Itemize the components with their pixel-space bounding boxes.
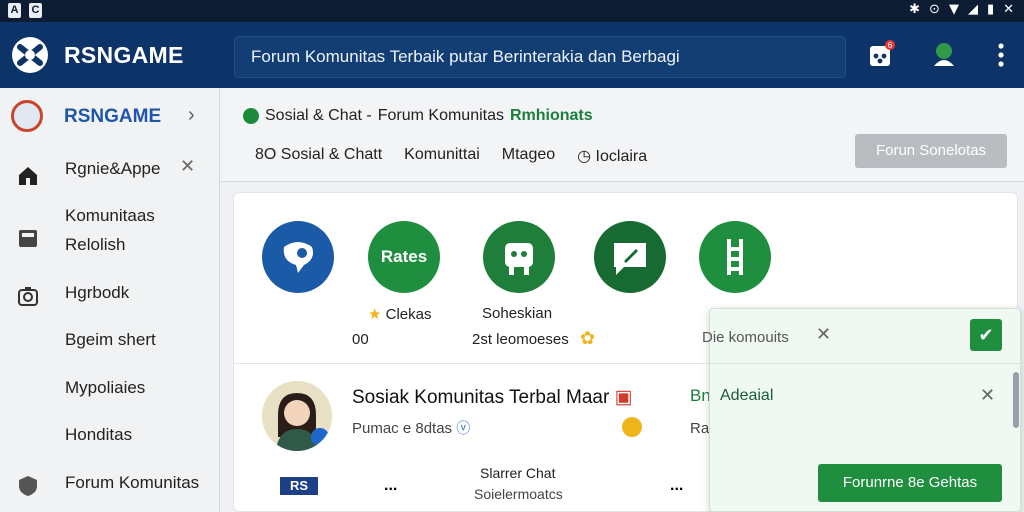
- star-icon: ★: [368, 306, 382, 323]
- sidebar-header-title[interactable]: RSNGAME: [64, 106, 161, 128]
- forum-action-button[interactable]: Forunrne 8e Gehtas: [818, 464, 1002, 502]
- panel-item-2[interactable]: Adeaial: [720, 387, 773, 405]
- app-notification-icon: A: [8, 3, 21, 18]
- category-dot-icon: [243, 108, 259, 124]
- close-icon[interactable]: ✕: [180, 156, 195, 177]
- post-avatar[interactable]: [262, 381, 332, 451]
- post-subtitle-text: Pumac e 8dtas: [352, 420, 453, 437]
- post-subtitle: Pumac e 8dtas ⓥ: [352, 418, 470, 438]
- coin-icon: [622, 417, 642, 437]
- breadcrumb-green[interactable]: Rmhionats: [510, 107, 593, 125]
- breadcrumb-main[interactable]: Forum Komunitas: [378, 107, 504, 125]
- more-dots-icon[interactable]: ...: [670, 477, 683, 495]
- camera-icon: [18, 287, 38, 306]
- verified-icon: ⓥ: [456, 420, 471, 436]
- tab-ioclaira[interactable]: ◷ Ioclaira: [577, 146, 647, 166]
- footer-subtitle: Soielermoatcs: [474, 486, 563, 502]
- category-message-icon[interactable]: [594, 221, 666, 293]
- chevron-right-icon[interactable]: ›: [188, 104, 195, 127]
- status-bar: A C ✱ ⊙ ▼ ◢ ▮ ✕: [0, 0, 1024, 22]
- book-icon: [19, 230, 37, 247]
- bluetooth-icon: ✱: [909, 2, 921, 17]
- tab-ioclaira-label: Ioclaira: [595, 148, 648, 165]
- sidebar-item-label: Rgnie&Appe: [65, 159, 161, 178]
- signal-icon: ◢: [967, 2, 978, 17]
- suggestion-panel: Die komouits ✕ ✔ Adeaial ✕ Forunrne 8e G…: [702, 308, 1022, 512]
- gear-icon: ✿: [580, 328, 596, 348]
- tab-komunitas[interactable]: Komunittai: [404, 146, 480, 166]
- category-label: Soheskian: [482, 305, 553, 322]
- close-icon[interactable]: ✕: [980, 385, 995, 406]
- search-input[interactable]: Forum Komunitas Terbaik putar Berinterak…: [234, 36, 846, 78]
- app-title: RSNGAME: [64, 42, 184, 68]
- category-label: ★ Clekas: [368, 305, 431, 323]
- battery-icon: ▮: [986, 2, 995, 17]
- scrollbar[interactable]: [1013, 372, 1019, 428]
- sync-icon: ⊙: [929, 2, 940, 17]
- profile-icon[interactable]: [930, 40, 958, 73]
- breadcrumb: Sosial & Chat - Forum Komunitas Rmhionat…: [243, 107, 593, 125]
- clock-icon: ◷: [577, 148, 596, 165]
- gift-icon: ▣: [609, 387, 633, 408]
- more-dots-icon[interactable]: ...: [384, 477, 397, 495]
- tab-sosial-chat[interactable]: 8O Sosial & Chatt: [255, 146, 382, 166]
- forum-select-button[interactable]: Forun Sonelotas: [855, 134, 1007, 168]
- logo-badge: RS: [280, 477, 318, 495]
- footer-title: Slarrer Chat: [480, 465, 556, 481]
- sub-header: Sosial & Chat - Forum Komunitas Rmhionat…: [221, 88, 1024, 182]
- panel-item-1[interactable]: Die komouits: [702, 329, 789, 346]
- breadcrumb-prefix[interactable]: Sosial & Chat -: [265, 107, 372, 125]
- close-icon[interactable]: ✕: [816, 324, 831, 345]
- category-label-text: Clekas: [385, 306, 432, 323]
- app-bar: RSNGAME Forum Komunitas Terbaik putar Be…: [0, 22, 1024, 88]
- close-icon: ✕: [1003, 2, 1014, 17]
- sidebar-item-label: Hgrbodk: [65, 283, 130, 302]
- notification-badge: 6: [888, 41, 893, 50]
- more-menu-icon[interactable]: [996, 42, 1006, 75]
- sidebar-item-label: Mypoliaies: [65, 378, 146, 397]
- category-count: 00: [352, 331, 369, 348]
- sidebar-item-label: Komunitaas: [65, 206, 155, 225]
- confirm-check-button[interactable]: ✔: [970, 319, 1002, 351]
- sidebar-item-label: Bgeim shert: [65, 330, 156, 349]
- panel-divider: [710, 363, 1022, 364]
- tab-bar: 8O Sosial & Chatt Komunittai Mtageo ◷ Io…: [255, 146, 647, 166]
- post-title[interactable]: Sosiak Komunitas Terbal Maar ▣: [352, 386, 633, 409]
- sidebar-item-label: Relolish: [65, 235, 126, 254]
- category-ladder-icon[interactable]: [699, 221, 771, 293]
- game-controller-icon[interactable]: 6: [868, 40, 896, 75]
- sidebar-item-label: Honditas: [65, 425, 133, 444]
- sidebar: RSNGAME › Rgnie&Appe ✕ Komunitaas Reloli…: [0, 88, 220, 512]
- tab-mtageo[interactable]: Mtageo: [502, 146, 555, 166]
- app-notification-icon-2: C: [29, 3, 42, 18]
- category-count: 2st leomoeses: [472, 331, 569, 348]
- wifi-icon: ▼: [948, 2, 959, 17]
- post-title-text: Sosiak Komunitas Terbal Maar: [352, 387, 610, 408]
- sidebar-item-label: Forum Komunitas: [65, 473, 200, 492]
- category-robot-icon[interactable]: [483, 221, 555, 293]
- shield-icon: [19, 476, 37, 496]
- app-logo-icon[interactable]: [12, 37, 48, 73]
- status-icons: ✱ ⊙ ▼ ◢ ▮ ✕: [909, 2, 1014, 17]
- user-avatar[interactable]: [11, 100, 43, 132]
- category-rates-icon[interactable]: Rates: [368, 221, 440, 293]
- home-icon: [19, 167, 37, 185]
- category-chat-bubble-icon[interactable]: [262, 221, 334, 293]
